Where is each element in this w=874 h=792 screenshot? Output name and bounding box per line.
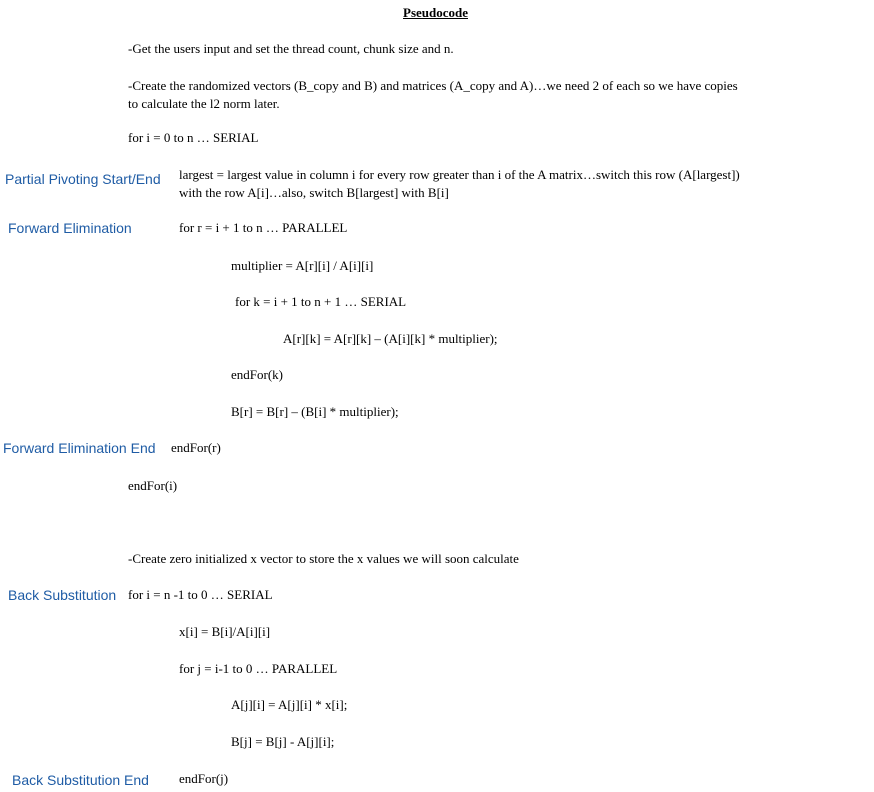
page-title: Pseudocode: [403, 5, 468, 20]
step-create-x: -Create zero initialized x vector to sto…: [128, 551, 519, 566]
loop-for-k: for k = i + 1 to n + 1 … SERIAL: [235, 294, 407, 309]
step-bj-update: B[j] = B[j] - A[j][i];: [231, 734, 335, 749]
end-for-k: endFor(k): [231, 367, 283, 382]
step-get-input: -Get the users input and set the thread …: [128, 41, 454, 56]
loop-for-i-back: for i = n -1 to 0 … SERIAL: [128, 587, 273, 602]
step-a-update: A[r][k] = A[r][k] – (A[i][k] * multiplie…: [283, 331, 498, 346]
end-for-i: endFor(i): [128, 478, 178, 493]
label-forward-elimination-end: Forward Elimination End: [3, 440, 156, 456]
label-back-substitution: Back Substitution: [8, 587, 117, 603]
pseudocode-page: { "title": "Pseudocode", "lines": { "get…: [0, 0, 874, 792]
label-partial-pivoting: Partial Pivoting Start/End: [5, 171, 161, 187]
end-for-r: endFor(r): [171, 440, 221, 455]
step-multiplier: multiplier = A[r][i] / A[i][i]: [231, 258, 374, 273]
label-back-substitution-end: Back Substitution End: [12, 772, 149, 788]
label-forward-elimination: Forward Elimination: [8, 220, 132, 236]
loop-for-j: for j = i-1 to 0 … PARALLEL: [179, 661, 338, 676]
step-aj-update: A[j][i] = A[j][i] * x[i];: [231, 697, 348, 712]
step-largest: largest = largest value in column i for …: [179, 167, 740, 200]
step-create-vectors: -Create the randomized vectors (B_copy a…: [128, 78, 738, 111]
loop-for-r: for r = i + 1 to n … PARALLEL: [179, 220, 348, 235]
step-x-update: x[i] = B[i]/A[i][i]: [179, 624, 271, 639]
loop-for-i: for i = 0 to n … SERIAL: [128, 130, 259, 145]
step-b-update: B[r] = B[r] – (B[i] * multiplier);: [231, 404, 399, 419]
end-for-j: endFor(j): [179, 771, 229, 786]
